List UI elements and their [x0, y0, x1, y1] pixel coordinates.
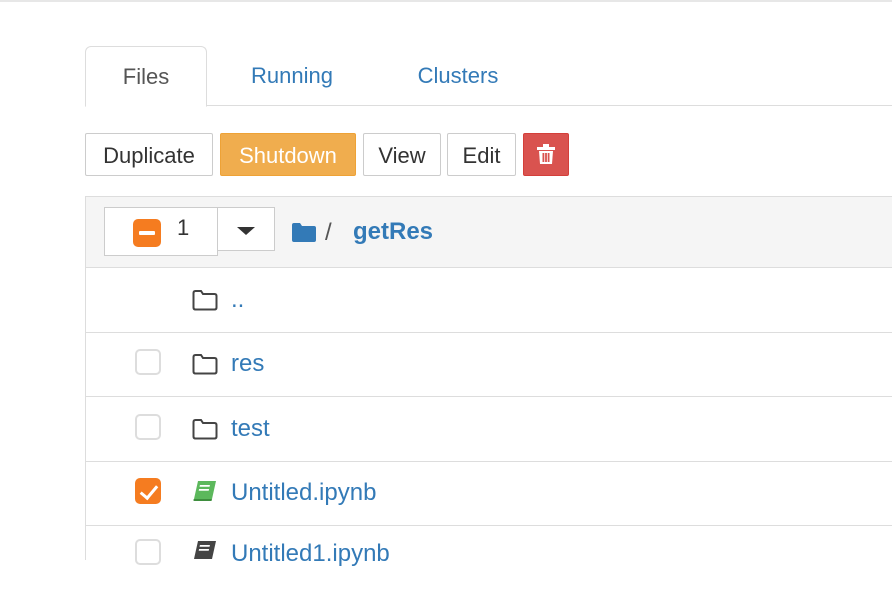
folder-outline-icon: [192, 354, 218, 375]
tab-files[interactable]: Files: [85, 46, 207, 107]
item-name[interactable]: ..: [231, 286, 244, 314]
item-checkbox[interactable]: [135, 414, 161, 440]
select-all-box[interactable]: [104, 207, 218, 256]
view-button[interactable]: View: [363, 133, 441, 176]
item-name[interactable]: test: [231, 415, 270, 443]
list-item-test[interactable]: test: [86, 397, 892, 462]
list-item-untitled-ipynb[interactable]: Untitled.ipynb: [86, 461, 892, 526]
selected-count: 1: [177, 215, 190, 240]
delete-button[interactable]: [523, 133, 569, 176]
item-name[interactable]: res: [231, 350, 264, 378]
breadcrumb-current-folder[interactable]: getRes: [353, 218, 433, 246]
item-checkbox-checked[interactable]: [135, 478, 161, 504]
duplicate-button[interactable]: Duplicate: [85, 133, 213, 176]
notebook-running-icon: [193, 481, 216, 501]
tab-bar: Files Running Clusters: [85, 46, 892, 107]
notebook-icon: [194, 541, 216, 559]
item-checkbox[interactable]: [135, 539, 161, 565]
trash-icon: [537, 144, 555, 164]
list-item-untitled1-ipynb[interactable]: Untitled1.ipynb: [86, 526, 892, 590]
folder-outline-icon: [192, 290, 218, 311]
folder-outline-icon: [192, 419, 218, 440]
item-checkbox[interactable]: [135, 349, 161, 375]
item-name[interactable]: Untitled.ipynb: [231, 479, 376, 507]
item-name[interactable]: Untitled1.ipynb: [231, 540, 390, 568]
edit-button[interactable]: Edit: [447, 133, 516, 176]
top-border: [0, 0, 892, 2]
shutdown-button[interactable]: Shutdown: [220, 133, 356, 176]
breadcrumb-separator: /: [325, 219, 332, 246]
tab-running[interactable]: Running: [225, 46, 359, 106]
list-item-parent[interactable]: ..: [86, 268, 892, 333]
select-dropdown-button[interactable]: [217, 207, 275, 251]
select-all-checkbox[interactable]: [133, 219, 161, 247]
list-item-res[interactable]: res: [86, 332, 892, 397]
tab-clusters[interactable]: Clusters: [390, 46, 526, 106]
folder-icon: [292, 223, 316, 242]
